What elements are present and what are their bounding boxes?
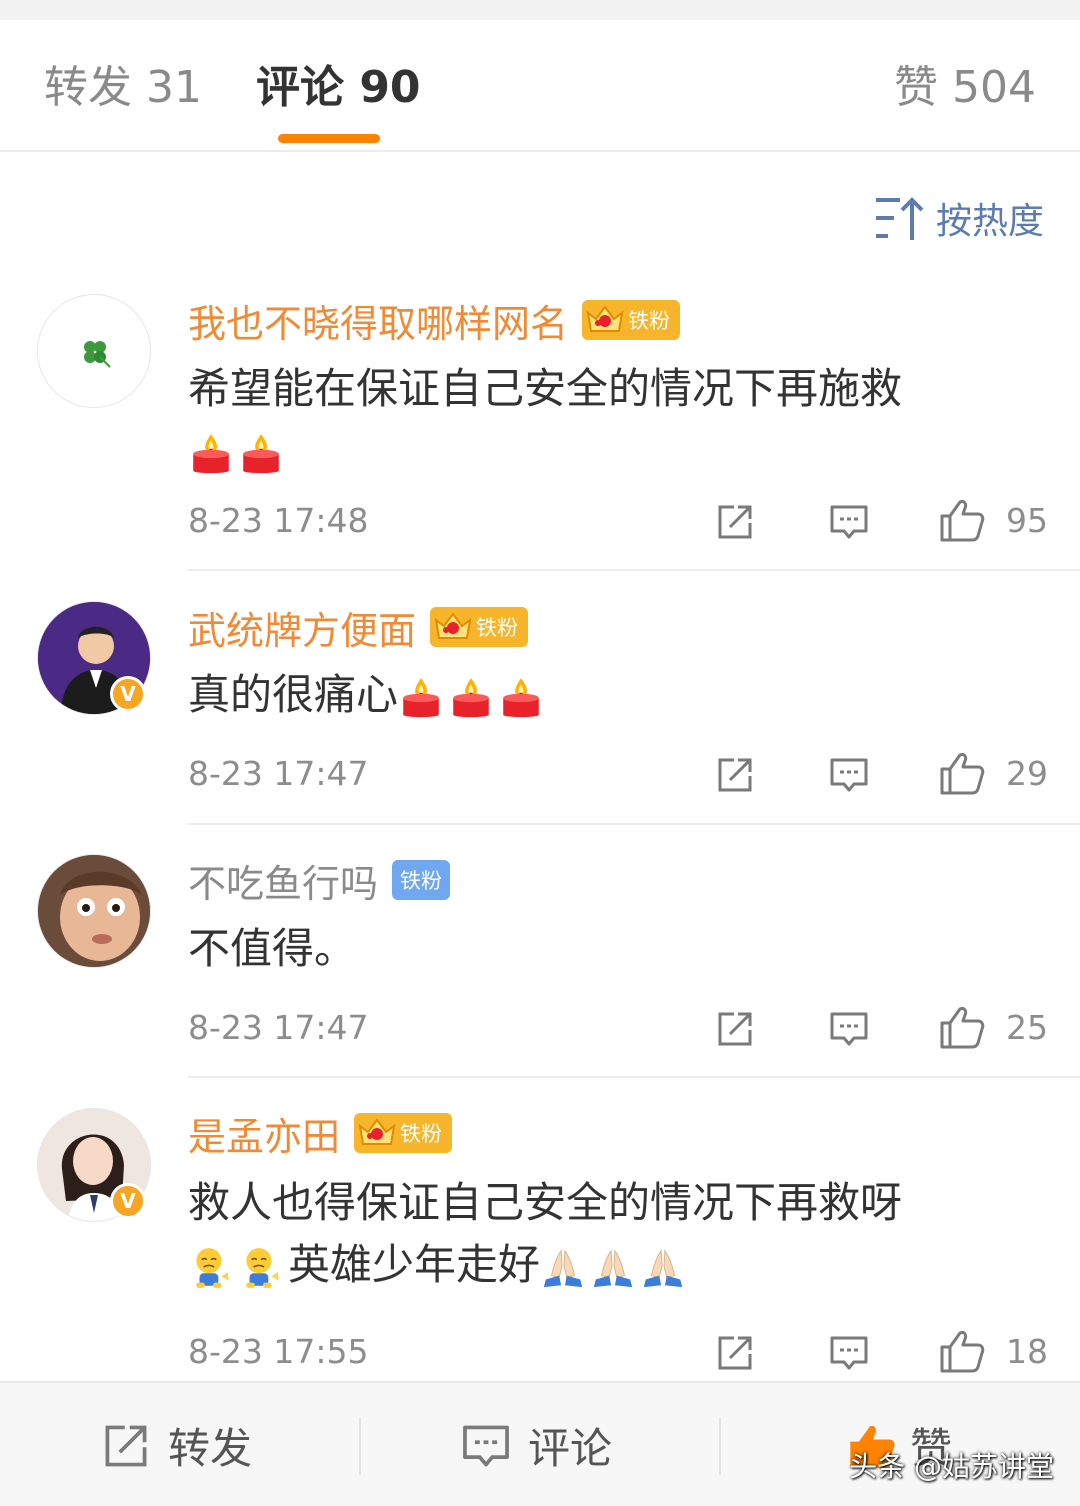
repost-icon (100, 1420, 152, 1472)
comment-text-line: 不值得。 (188, 924, 357, 973)
status-strip (0, 0, 1080, 20)
reply-icon[interactable] (828, 1008, 870, 1050)
face-avatar-icon (38, 855, 150, 967)
comment-label: 评论 (528, 1424, 613, 1473)
like-icon[interactable] (938, 1327, 986, 1375)
username[interactable]: 是孟亦田 (188, 1106, 340, 1161)
tab-likes[interactable]: 赞 504 (894, 62, 1036, 114)
clover-avatar-icon (84, 341, 111, 368)
comment-header: 是孟亦田 铁粉 (188, 1106, 453, 1161)
crown-icon (358, 1116, 396, 1150)
reply-icon[interactable] (828, 1332, 870, 1374)
comment-meta: 8-23 17:55 18 (188, 1327, 1048, 1377)
like-count: 18 (1006, 1332, 1048, 1371)
candle-icon (238, 431, 284, 477)
fan-badge: 铁粉 (392, 860, 451, 900)
share-icon[interactable] (714, 501, 756, 543)
repost-button[interactable]: 转发 (100, 1383, 252, 1506)
comment-meta: 8-23 17:47 29 (188, 749, 1048, 799)
bottom-divider (719, 1417, 721, 1475)
timestamp: 8-23 17:47 (188, 1008, 369, 1047)
active-tab-indicator (278, 134, 380, 143)
sort-icon (875, 197, 924, 240)
comment-icon (460, 1420, 512, 1472)
bottom-action-bar: 转发 评论 赞 (0, 1381, 1080, 1506)
comment-text-line: 真的很痛心 (188, 670, 399, 719)
like-icon[interactable] (938, 749, 986, 797)
crown-icon (434, 610, 472, 644)
fan-badge: 铁粉 (430, 607, 529, 647)
timestamp: 8-23 17:55 (188, 1332, 369, 1371)
sort-toggle[interactable]: 按热度 (874, 192, 1044, 244)
fan-badge: 铁粉 (354, 1113, 453, 1153)
like-count: 95 (1006, 501, 1048, 540)
praying-hands-icon (540, 1245, 586, 1291)
praying-hands-icon (640, 1245, 686, 1291)
like-count: 25 (1006, 1008, 1048, 1047)
comment-header: 不吃鱼行吗 铁粉 (188, 853, 451, 908)
like-icon[interactable] (938, 496, 986, 544)
tab-bar: 转发 31 评论 90 赞 504 (0, 20, 1080, 152)
watermark: 头条 @姑苏讲堂 (849, 1450, 1054, 1483)
timestamp: 8-23 17:47 (188, 754, 369, 793)
sad-face-icon (238, 1245, 284, 1291)
comment-header: 我也不晓得取哪样网名 铁粉 (188, 293, 681, 348)
share-icon[interactable] (714, 754, 756, 796)
divider (188, 823, 1080, 825)
avatar[interactable] (37, 294, 151, 408)
comment-text-line: 救人也得保证自己安全的情况下再救呀 (188, 1178, 903, 1227)
tab-comments[interactable]: 评论 90 (256, 62, 421, 114)
verified-badge: V (110, 1183, 146, 1219)
comment-meta: 8-23 17:48 95 (188, 496, 1048, 546)
divider (188, 1076, 1080, 1078)
fan-badge-label: 铁粉 (628, 309, 671, 333)
fan-badge-label: 铁粉 (476, 616, 519, 640)
comment-text-line: 英雄少年走好 (288, 1240, 541, 1289)
sort-label: 按热度 (935, 201, 1044, 242)
reply-icon[interactable] (828, 501, 870, 543)
candle-icon (398, 675, 444, 721)
candle-icon (498, 675, 544, 721)
comment-text: 不值得。 (188, 918, 1028, 980)
share-icon[interactable] (714, 1332, 756, 1374)
comment-text-line: 希望能在保证自己安全的情况下再施救 (188, 364, 903, 413)
verified-badge: V (110, 676, 146, 712)
praying-hands-icon (590, 1245, 636, 1291)
comment-button[interactable]: 评论 (460, 1383, 612, 1506)
like-icon[interactable] (938, 1003, 986, 1051)
crown-icon (586, 303, 624, 337)
divider (188, 569, 1080, 571)
candle-icon (448, 675, 494, 721)
candle-icon (188, 431, 234, 477)
bottom-divider (359, 1417, 361, 1475)
comment-header: 武统牌方便面 铁粉 (188, 600, 529, 655)
comment-text: 救人也得保证自己安全的情况下再救呀 英雄少年走好 (188, 1172, 1028, 1296)
sad-face-icon (188, 1245, 234, 1291)
username[interactable]: 不吃鱼行吗 (188, 853, 378, 908)
fan-badge-label: 铁粉 (400, 1122, 443, 1146)
reply-icon[interactable] (828, 754, 870, 796)
timestamp: 8-23 17:48 (188, 501, 369, 540)
share-icon[interactable] (714, 1008, 756, 1050)
repost-label: 转发 (168, 1424, 253, 1473)
like-count: 29 (1006, 754, 1048, 793)
comment-meta: 8-23 17:47 25 (188, 1003, 1048, 1053)
comment-text: 真的很痛心 (188, 664, 1028, 726)
tab-repost[interactable]: 转发 31 (44, 62, 202, 114)
comment-text: 希望能在保证自己安全的情况下再施救 (188, 358, 1028, 482)
username[interactable]: 我也不晓得取哪样网名 (188, 293, 568, 348)
username[interactable]: 武统牌方便面 (188, 600, 416, 655)
avatar[interactable] (37, 854, 151, 968)
fan-badge: 铁粉 (582, 300, 681, 340)
